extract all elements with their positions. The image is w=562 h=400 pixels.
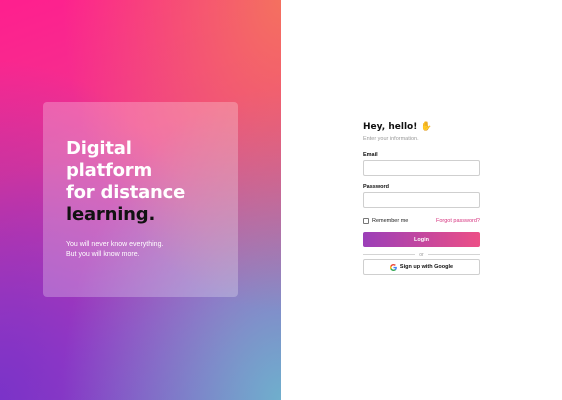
divider-line-left (363, 254, 416, 255)
waving-hand-icon: ✋ (420, 122, 432, 132)
login-button[interactable]: Login (363, 232, 480, 247)
password-field[interactable] (363, 192, 480, 208)
remember-label: Remember me (372, 218, 409, 224)
email-label: Email (363, 152, 378, 158)
hero-subtext: You will never know everything. But you … (66, 240, 226, 260)
forgot-password-link[interactable]: Forgot password? (436, 218, 480, 224)
hero-panel: Digital platform for distance learning. … (0, 0, 281, 400)
greeting-heading: Hey, hello! ✋ (363, 121, 480, 133)
greeting-text: Hey, hello! (363, 122, 418, 132)
google-signup-button[interactable]: Sign up with Google (363, 259, 480, 275)
remember-me[interactable]: Remember me (363, 218, 408, 224)
hero-headline-line-2: platform (66, 160, 153, 181)
hero-subtext-line-1: You will never know everything. (66, 241, 164, 248)
hero-card: Digital platform for distance learning. … (43, 102, 238, 297)
divider-line-right (427, 254, 481, 255)
google-signup-label: Sign up with Google (399, 264, 454, 270)
remember-checkbox[interactable] (363, 218, 369, 224)
hero-headline-line-1: Digital (66, 138, 132, 159)
email-field[interactable] (363, 160, 480, 176)
password-label: Password (363, 184, 389, 190)
login-panel: Hey, hello! ✋ Enter your information. Em… (281, 0, 562, 400)
hero-subtext-line-2: But you will know more. (66, 251, 140, 258)
google-icon (389, 263, 397, 271)
login-form: Hey, hello! ✋ Enter your information. Em… (363, 121, 481, 275)
hero-headline-emphasis: learning. (66, 204, 156, 225)
options-row: Remember me Forgot password? (363, 217, 480, 225)
or-divider: or (363, 251, 481, 258)
hero-headline-line-3: for distance (66, 182, 186, 203)
divider-label: or (419, 251, 424, 258)
form-instruction: Enter your information. (363, 136, 419, 142)
hero-headline: Digital platform for distance learning. (66, 138, 236, 226)
